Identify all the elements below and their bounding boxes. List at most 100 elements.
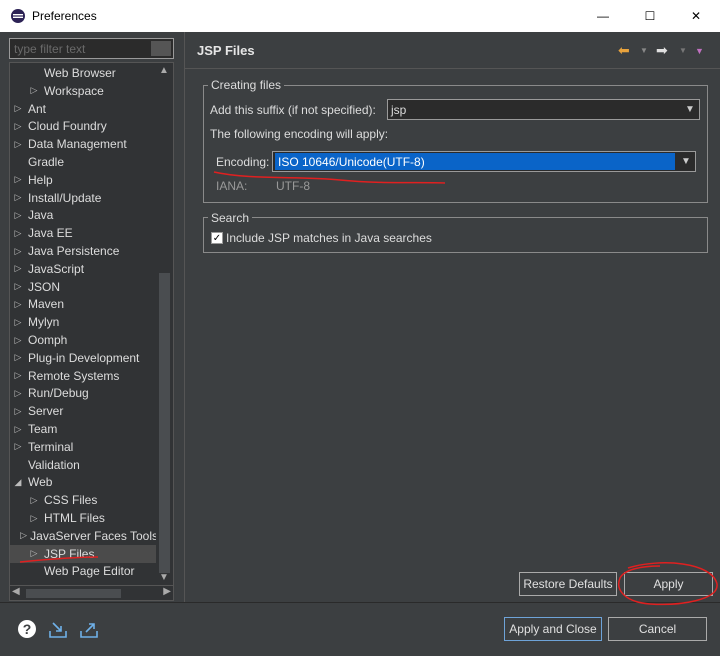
tree-item-plug-in-development[interactable]: ▷ Plug-in Development xyxy=(10,349,158,367)
tree-item-label: Java Persistence xyxy=(28,244,120,258)
preferences-tree[interactable]: Web Browser ▷ Workspace ▷ Ant ▷ Cloud Foundry ▷… xyxy=(9,62,174,586)
tree-item-jsp-files[interactable]: ▷ JSP Files xyxy=(10,544,158,563)
back-dropdown-icon[interactable]: ▼ xyxy=(640,46,648,62)
tree-item-java[interactable]: ▷ Java xyxy=(10,206,158,224)
expand-arrow-icon[interactable]: ▷ xyxy=(10,246,26,257)
expanded-arrow-icon[interactable]: ◢ xyxy=(10,477,26,488)
forward-dropdown-icon[interactable]: ▼ xyxy=(679,46,687,62)
help-icon[interactable]: ? xyxy=(17,619,37,639)
tree-item-json[interactable]: ▷ JSON xyxy=(10,278,158,296)
expand-arrow-icon[interactable]: ▷ xyxy=(10,317,26,328)
expand-arrow-icon[interactable]: ▷ xyxy=(10,424,26,435)
export-icon[interactable] xyxy=(79,619,99,639)
expand-arrow-icon[interactable]: ▷ xyxy=(10,210,26,221)
expand-arrow-icon[interactable]: ▷ xyxy=(10,192,26,203)
tree-item-javascript[interactable]: ▷ JavaScript xyxy=(10,260,158,278)
tree-item-label: Cloud Foundry xyxy=(28,119,107,134)
expand-arrow-icon[interactable]: ▷ xyxy=(10,370,26,381)
import-icon[interactable] xyxy=(48,619,68,639)
apply-button[interactable]: Apply xyxy=(624,572,713,596)
tree-item-java-ee[interactable]: ▷ Java EE xyxy=(10,224,158,242)
expand-arrow-icon[interactable]: ▷ xyxy=(10,388,26,399)
scroll-left-icon[interactable]: ◀ xyxy=(12,586,20,597)
tree-item-web-browser[interactable]: Web Browser xyxy=(10,64,158,82)
expand-arrow-icon[interactable]: ▷ xyxy=(26,495,42,506)
expand-arrow-icon[interactable]: ▷ xyxy=(10,335,26,346)
tree-item-server[interactable]: ▷ Server xyxy=(10,402,158,420)
tree-item-javaserver-faces-tools[interactable]: ▷ JavaServer Faces Tools xyxy=(10,527,158,545)
tree-item-validation[interactable]: Validation xyxy=(10,456,158,474)
back-arrow-icon[interactable]: ⬅ xyxy=(618,42,630,58)
cancel-button[interactable]: Cancel xyxy=(608,617,707,641)
tree-item-data-management[interactable]: ▷ Data Management xyxy=(10,135,158,153)
expand-arrow-icon[interactable]: ▷ xyxy=(10,406,26,417)
scroll-thumb[interactable] xyxy=(159,273,170,573)
expand-arrow-icon[interactable]: ▷ xyxy=(26,548,42,559)
suffix-combo[interactable]: jsp ▼ xyxy=(387,99,700,120)
tree-item-workspace[interactable]: ▷ Workspace xyxy=(10,82,158,100)
svg-text:?: ? xyxy=(23,621,32,637)
expand-arrow-icon[interactable]: ▷ xyxy=(10,103,26,114)
expand-arrow-icon[interactable]: ▷ xyxy=(10,299,26,310)
tree-item-label: Workspace xyxy=(44,83,104,98)
maximize-button[interactable]: ☐ xyxy=(627,0,673,32)
tree-item-label: Web xyxy=(28,475,53,490)
pane-divider[interactable] xyxy=(184,32,185,602)
chevron-down-icon[interactable]: ▼ xyxy=(681,100,699,119)
tree-item-html-files[interactable]: ▷ HTML Files xyxy=(10,509,158,527)
restore-defaults-label: Restore Defaults xyxy=(523,577,613,591)
filter-input[interactable] xyxy=(9,38,174,59)
tree-item-ant[interactable]: ▷ Ant xyxy=(10,100,158,118)
tree-item-label: Plug-in Development xyxy=(28,350,140,365)
tree-item-web[interactable]: ◢ Web xyxy=(10,473,158,491)
tree-item-oomph[interactable]: ▷ Oomph xyxy=(10,331,158,349)
encoding-combo[interactable]: ISO 10646/Unicode(UTF-8) ▼ xyxy=(272,151,696,172)
expand-arrow-icon[interactable]: ▷ xyxy=(19,530,28,541)
expand-arrow-icon[interactable]: ▷ xyxy=(26,85,42,96)
tree-item-cloud-foundry[interactable]: ▷ Cloud Foundry xyxy=(10,117,158,135)
tree-item-terminal[interactable]: ▷ Terminal xyxy=(10,438,158,456)
expand-arrow-icon[interactable]: ▷ xyxy=(10,174,26,185)
expand-arrow-icon[interactable]: ▷ xyxy=(10,121,26,132)
tree-vertical-scrollbar[interactable]: ▲ ▼ xyxy=(156,63,173,585)
tree-item-web-page-editor[interactable]: Web Page Editor xyxy=(10,562,158,580)
tree-item-install-update[interactable]: ▷ Install/Update xyxy=(10,189,158,207)
view-menu-icon[interactable]: ▼ xyxy=(695,46,704,62)
expand-arrow-icon[interactable]: ▷ xyxy=(10,228,26,239)
restore-defaults-button[interactable]: Restore Defaults xyxy=(519,572,617,596)
expand-arrow-icon[interactable]: ▷ xyxy=(10,441,26,452)
clear-filter-icon[interactable] xyxy=(151,41,171,56)
apply-and-close-button[interactable]: Apply and Close xyxy=(504,617,602,641)
tree-item-label: JSP Files xyxy=(44,546,95,561)
expand-arrow-icon[interactable]: ▷ xyxy=(10,281,26,292)
tree-horizontal-scrollbar[interactable]: ◀ ▶ xyxy=(9,585,174,601)
close-button[interactable]: ✕ xyxy=(673,0,719,32)
scroll-down-icon[interactable]: ▼ xyxy=(159,572,169,583)
tree-item-label: Remote Systems xyxy=(28,368,120,383)
include-jsp-label[interactable]: Include JSP matches in Java searches xyxy=(226,231,432,245)
forward-arrow-icon[interactable]: ➡ xyxy=(656,42,668,58)
expand-arrow-icon[interactable]: ▷ xyxy=(10,139,26,150)
tree-item-java-persistence[interactable]: ▷ Java Persistence xyxy=(10,242,158,260)
expand-arrow-icon[interactable]: ▷ xyxy=(26,513,42,524)
tree-item-run-debug[interactable]: ▷ Run/Debug xyxy=(10,384,158,402)
tree-item-maven[interactable]: ▷ Maven xyxy=(10,295,158,313)
tree-item-css-files[interactable]: ▷ CSS Files xyxy=(10,491,158,509)
scroll-right-icon[interactable]: ▶ xyxy=(163,586,171,597)
minimize-icon: — xyxy=(597,9,609,23)
include-jsp-checkbox[interactable]: ✓ xyxy=(211,232,223,244)
tree-item-label: Maven xyxy=(28,297,65,312)
tree-item-team[interactable]: ▷ Team xyxy=(10,420,158,438)
chevron-down-icon[interactable]: ▼ xyxy=(677,152,695,171)
minimize-button[interactable]: — xyxy=(580,0,626,32)
tree-item-gradle[interactable]: Gradle xyxy=(10,153,158,171)
tree-item-label: Web Page Editor xyxy=(44,564,135,579)
tree-item-label: Run/Debug xyxy=(28,386,89,401)
scroll-thumb-horizontal[interactable] xyxy=(26,589,121,598)
scroll-up-icon[interactable]: ▲ xyxy=(159,65,169,76)
tree-item-remote-systems[interactable]: ▷ Remote Systems xyxy=(10,367,158,385)
tree-item-help[interactable]: ▷ Help xyxy=(10,171,158,189)
expand-arrow-icon[interactable]: ▷ xyxy=(10,263,26,274)
tree-item-mylyn[interactable]: ▷ Mylyn xyxy=(10,313,158,331)
expand-arrow-icon[interactable]: ▷ xyxy=(10,352,26,363)
